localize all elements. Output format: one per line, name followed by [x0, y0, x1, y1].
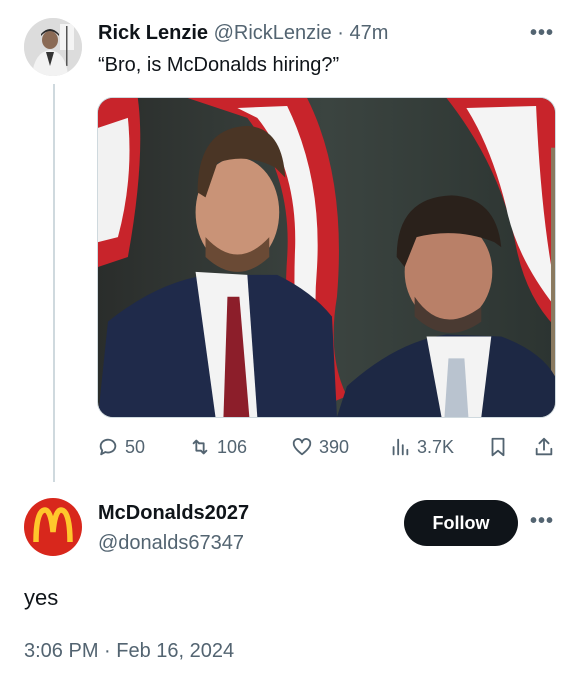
bookmark-button[interactable] [487, 436, 509, 458]
follow-button[interactable]: Follow [404, 500, 518, 546]
retweet-button[interactable]: 106 [189, 436, 247, 458]
tweet-photo[interactable] [97, 97, 556, 418]
heart-icon [292, 438, 312, 456]
reply-count: 50 [125, 436, 146, 457]
more-options-icon[interactable]: ••• [530, 22, 554, 45]
separator: · [337, 22, 344, 44]
reply-text: yes [24, 585, 59, 610]
reply-button[interactable]: 50 [97, 436, 145, 458]
like-count: 390 [319, 436, 350, 457]
mcdonalds-arches-logo-icon [33, 507, 73, 543]
thread-connector-line [53, 84, 55, 482]
user-photo-icon [24, 18, 82, 76]
more-options-icon[interactable]: ••• [530, 510, 554, 533]
share-button[interactable] [533, 436, 555, 458]
author-handle[interactable]: @RickLenzie [214, 22, 332, 44]
tweet-thread: Rick Lenzie @RickLenzie · 47m ••• “Bro, … [0, 0, 582, 680]
tweet-actions-bar: 50 106 390 3.7K [97, 436, 559, 466]
reply-bubble-icon [99, 438, 117, 456]
bookmark-icon [491, 437, 505, 457]
tweet-header: Rick Lenzie @RickLenzie · 47m [98, 20, 388, 46]
views-count: 3.7K [417, 436, 455, 457]
tweet-text: “Bro, is McDonalds hiring?” [98, 54, 340, 76]
retweet-icon [192, 439, 208, 455]
like-button[interactable]: 390 [291, 436, 349, 458]
retweet-count: 106 [217, 436, 248, 457]
avatar[interactable] [24, 498, 82, 556]
author-name[interactable]: Rick Lenzie [98, 22, 208, 44]
share-icon [535, 437, 553, 456]
tweet-time[interactable]: 47m [350, 22, 389, 44]
reply-author-handle[interactable]: @donalds67347 [98, 530, 244, 556]
avatar[interactable] [24, 18, 82, 76]
reply-author-name[interactable]: McDonalds2027 [98, 500, 249, 526]
views-chart-icon [392, 438, 409, 456]
photo-two-men-in-suits-flags-icon [98, 98, 555, 417]
views-button[interactable]: 3.7K [389, 436, 454, 458]
reply-timestamp[interactable]: 3:06 PM · Feb 16, 2024 [24, 638, 234, 664]
